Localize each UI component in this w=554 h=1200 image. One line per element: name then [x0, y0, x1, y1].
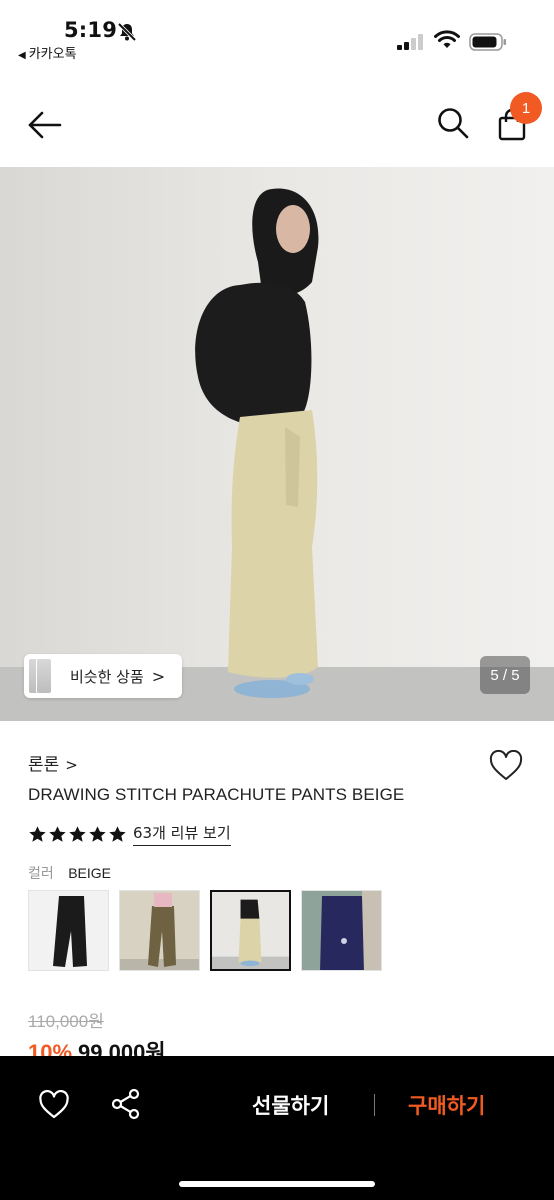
color-label: 컬러: [28, 866, 54, 882]
signal-icon: [397, 34, 423, 50]
back-app-label: 카카오톡: [28, 47, 77, 62]
star-rating: [28, 825, 127, 844]
image-counter: 5 / 5: [480, 656, 530, 694]
product-image[interactable]: [0, 167, 554, 721]
top-nav: [0, 96, 554, 156]
color-value: BEIGE: [68, 865, 112, 881]
star-icon: [89, 825, 106, 842]
reviews-link[interactable]: 63개 리뷰 보기: [133, 822, 231, 846]
home-indicator: [179, 1181, 375, 1187]
product-photo: [0, 167, 554, 721]
wifi-icon: [434, 30, 460, 48]
share-icon[interactable]: [110, 1088, 142, 1120]
similar-thumbnails: [26, 654, 62, 698]
gift-button[interactable]: 선물하기: [252, 1090, 329, 1120]
battery-icon: [469, 33, 506, 51]
similar-products-label: 비슷한 상품: [70, 667, 144, 686]
brand-link[interactable]: 론론 >: [28, 750, 78, 775]
status-time: 5:19: [64, 18, 118, 42]
swatch-navy-image: [302, 891, 381, 970]
bell-slash-icon: [117, 22, 137, 42]
swatch-khaki-image: [120, 891, 199, 970]
similar-products-button[interactable]: 비슷한 상품 >: [24, 654, 182, 698]
caret-left-icon: ◀: [18, 50, 26, 61]
color-row: 컬러 BEIGE: [28, 863, 111, 883]
heart-icon[interactable]: [38, 1090, 70, 1120]
star-icon: [109, 825, 126, 842]
chevron-right-icon: >: [65, 756, 78, 774]
bottom-action-bar: 선물하기 구매하기: [0, 1056, 554, 1200]
status-bar: 5:19 ◀ 카카오톡: [0, 0, 554, 68]
original-price: 110,000원: [28, 1012, 104, 1031]
star-icon: [29, 825, 46, 842]
brand-name: 론론: [28, 755, 60, 775]
back-to-app-link[interactable]: ◀ 카카오톡: [18, 43, 77, 62]
swatch-black-image: [29, 891, 108, 970]
color-swatches: [28, 890, 382, 971]
cart-count-badge: 1: [510, 92, 542, 124]
swatch-beige-image: [212, 892, 289, 969]
star-icon: [49, 825, 66, 842]
star-icon: [69, 825, 86, 842]
product-title: DRAWING STITCH PARACHUTE PANTS BEIGE: [28, 785, 405, 804]
swatch-black[interactable]: [28, 890, 109, 971]
rating-row: 63개 리뷰 보기: [28, 822, 231, 846]
buy-button[interactable]: 구매하기: [408, 1090, 485, 1120]
divider: [374, 1094, 375, 1116]
arrow-left-icon[interactable]: [26, 108, 64, 142]
search-icon[interactable]: [436, 106, 470, 140]
swatch-navy[interactable]: [301, 890, 382, 971]
chevron-right-icon: >: [151, 666, 166, 686]
swatch-beige[interactable]: [210, 890, 291, 971]
swatch-khaki[interactable]: [119, 890, 200, 971]
heart-icon[interactable]: [488, 750, 524, 782]
